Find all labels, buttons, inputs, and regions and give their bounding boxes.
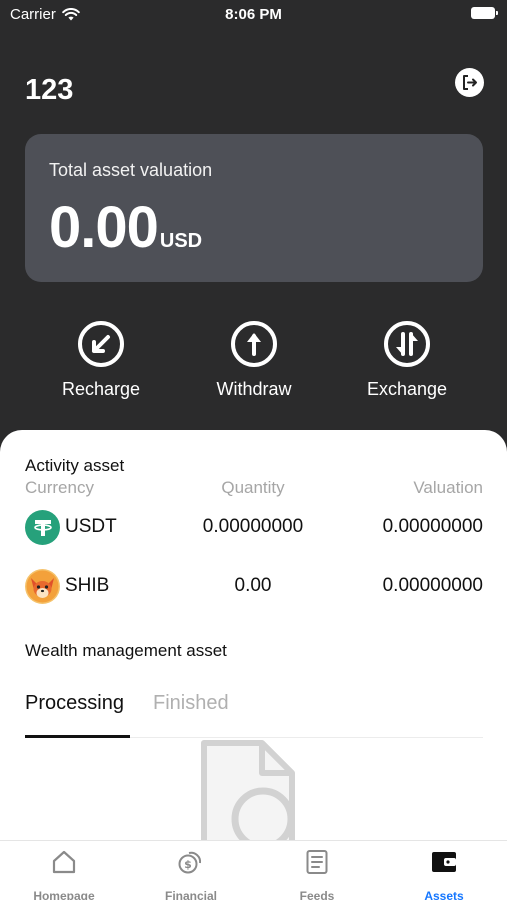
- column-currency: Currency: [25, 478, 94, 497]
- tab-financial-label: Financial: [164, 889, 217, 900]
- exchange-icon: [384, 321, 430, 367]
- exchange-label: Exchange: [366, 379, 448, 399]
- tab-feeds[interactable]: Feeds: [267, 849, 367, 900]
- recharge-button[interactable]: Recharge: [36, 320, 166, 400]
- tab-homepage[interactable]: Homepage: [14, 849, 114, 900]
- tab-finished[interactable]: Finished: [153, 692, 229, 715]
- asset-unit: USD: [159, 230, 203, 252]
- withdraw-button[interactable]: Withdraw: [189, 320, 319, 400]
- asset-label: Total asset valuation: [49, 160, 213, 180]
- withdraw-label: Withdraw: [216, 379, 292, 399]
- recharge-icon: [78, 321, 124, 367]
- asset-value: 0.00 USD: [49, 194, 202, 261]
- tab-homepage-label: Homepage: [33, 889, 95, 900]
- shib-icon: [25, 569, 60, 604]
- activity-asset-title: Activity asset: [25, 456, 125, 475]
- tab-financial[interactable]: $ Financial: [141, 849, 241, 900]
- coin-valuation: 0.00000000: [382, 575, 483, 596]
- coin-name: SHIB: [65, 575, 110, 596]
- user-name: 123: [25, 74, 74, 106]
- coin-valuation: 0.00000000: [382, 516, 483, 537]
- exchange-button[interactable]: Exchange: [342, 320, 472, 400]
- tab-processing[interactable]: Processing: [25, 692, 124, 715]
- usdt-icon: [25, 510, 60, 545]
- financial-icon: $: [178, 851, 202, 874]
- action-buttons: Recharge Withdraw Exchange: [0, 320, 507, 400]
- column-quantity: Quantity: [221, 478, 285, 497]
- coin-name: USDT: [65, 516, 117, 537]
- feeds-icon: [306, 850, 328, 874]
- wealth-asset-title: Wealth management asset: [25, 641, 227, 660]
- tab-assets-label: Assets: [424, 889, 464, 900]
- tab-feeds-label: Feeds: [299, 889, 335, 900]
- bottom-tab-bar: Homepage $ Financial Feeds Assets: [0, 840, 507, 900]
- logout-button[interactable]: [455, 68, 484, 97]
- svg-text:$: $: [184, 858, 192, 871]
- coin-quantity: 0.00: [234, 575, 272, 596]
- asset-row-shib[interactable]: SHIB 0.00 0.00000000: [0, 569, 507, 609]
- recharge-label: Recharge: [61, 379, 141, 399]
- column-valuation: Valuation: [413, 478, 483, 497]
- status-bar: Carrier 8:06 PM: [0, 0, 507, 30]
- assets-sheet: Activity asset Currency Quantity Valuati…: [0, 430, 507, 900]
- asset-amount: 0.00: [49, 195, 159, 260]
- status-time: 8:06 PM: [225, 6, 282, 23]
- battery-icon: [471, 7, 498, 19]
- asset-card: Total asset valuation 0.00 USD: [25, 134, 483, 282]
- asset-row-usdt[interactable]: USDT 0.00000000 0.00000000: [0, 510, 507, 550]
- tab-indicator: [25, 735, 130, 738]
- wallet-icon: [432, 852, 456, 872]
- wealth-tabs: Processing Finished: [25, 692, 483, 738]
- home-icon: [52, 850, 76, 874]
- coin-quantity: 0.00000000: [202, 516, 304, 537]
- logout-icon: [463, 75, 477, 90]
- withdraw-icon: [231, 321, 277, 367]
- tab-assets[interactable]: Assets: [394, 849, 494, 900]
